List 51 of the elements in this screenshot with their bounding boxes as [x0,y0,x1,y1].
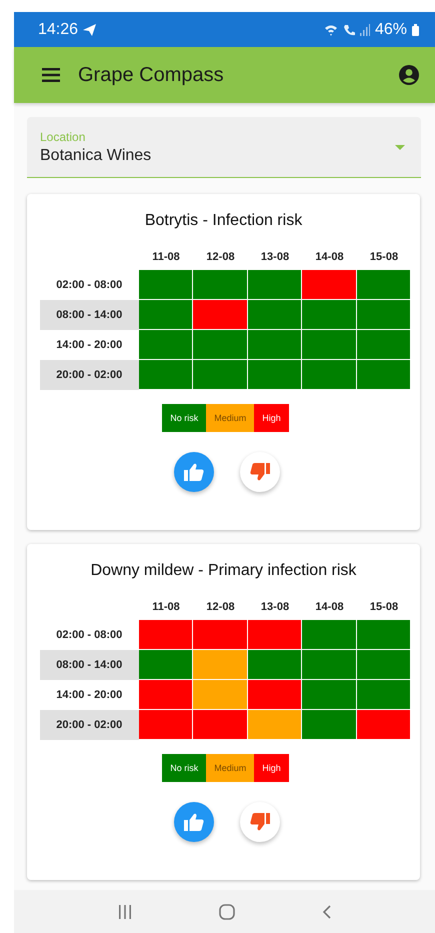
thumbs-up-icon [184,813,204,831]
row-header: 02:00 - 08:00 [55,628,124,643]
wifi-icon [324,24,338,36]
thumbs-up-icon [184,463,204,481]
column-header: 11-08 [151,600,181,615]
legend-item: No risk [162,754,206,782]
column-header: 12-08 [205,600,236,615]
battery-icon [412,24,419,36]
dropdown-arrow-icon [395,144,405,150]
signal-icon [360,24,370,36]
row-header: 14:00 - 20:00 [55,338,124,353]
thumbs-down-button[interactable] [240,802,280,842]
row-header: 14:00 - 20:00 [55,688,124,703]
column-header: 11-08 [151,250,181,265]
row-header: 08:00 - 14:00 [40,300,139,330]
column-header: 13-08 [260,600,290,615]
location-dropdown[interactable]: Location Botanica Wines [27,117,421,178]
app-title: Grape Compass [78,64,225,86]
row-header: 20:00 - 02:00 [40,710,139,740]
status-time: 14:26 [38,20,78,38]
field-label: Location [40,130,86,144]
recent-apps-icon[interactable] [118,904,132,918]
column-header: 12-08 [205,250,236,265]
menu-icon[interactable] [42,68,60,82]
thumbs-up-button[interactable] [174,452,214,492]
column-header: 14-08 [314,250,345,265]
legend-item: High [254,754,289,782]
thumbs-down-icon [250,463,270,481]
column-header: 14-08 [314,600,345,615]
call-icon [342,24,355,36]
legend-item: Medium [206,404,254,432]
battery-level: 46% [374,20,407,38]
send-icon [83,24,96,36]
row-header: 02:00 - 08:00 [55,278,124,293]
column-header: 15-08 [368,600,400,615]
legend-item: Medium [206,754,254,782]
row-header: 20:00 - 02:00 [40,360,139,390]
column-header: 13-08 [260,250,290,265]
card-title: Botrytis - Infection risk [144,212,302,230]
back-icon[interactable] [322,904,332,918]
thumbs-down-button[interactable] [240,452,280,492]
legend-item: High [254,404,289,432]
home-icon[interactable] [218,904,235,920]
legend-item: No risk [162,404,206,432]
account-icon[interactable] [399,65,419,85]
row-header: 08:00 - 14:00 [40,650,139,680]
thumbs-down-icon [250,813,270,831]
thumbs-up-button[interactable] [174,802,214,842]
column-header: 15-08 [368,250,400,265]
field-value: Botanica Wines [40,146,152,164]
card-title: Downy mildew - Primary infection risk [90,562,356,580]
